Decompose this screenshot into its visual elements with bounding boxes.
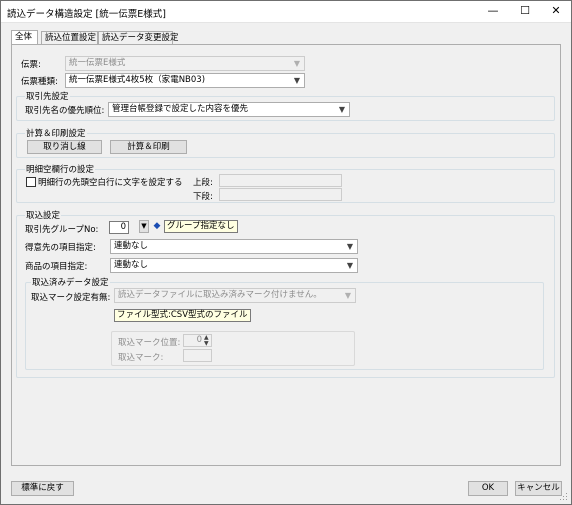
cancel-button[interactable]: キャンセル: [515, 481, 562, 496]
blank-row-title: 明細空欄行の設定: [25, 163, 96, 175]
mark-char-input[interactable]: [183, 349, 212, 362]
title-bar: 読込データ構造設定 [統一伝票E様式] — ☐ ✕: [1, 1, 571, 23]
customer-priority-label: 取引先名の優先順位:: [25, 106, 105, 116]
chevron-down-icon: ▼: [338, 105, 346, 114]
dialog-window: 読込データ構造設定 [統一伝票E様式] — ☐ ✕ 全体 読込位置設定 読込デー…: [0, 0, 572, 505]
ok-button[interactable]: OK: [468, 481, 508, 496]
customer-priority-value: 管理台帳登録で設定した内容を優先: [112, 104, 249, 114]
blank-row-checkbox[interactable]: [26, 177, 36, 187]
tab-read-position[interactable]: 読込位置設定: [41, 31, 98, 45]
customer-priority-select[interactable]: 管理台帳登録で設定した内容を優先 ▼: [108, 102, 350, 117]
mark-setting-label: 取込マーク設定有無:: [31, 293, 111, 303]
slip-type-select-value: 統一伝票E様式4枚5枚（家電NB03): [69, 75, 206, 85]
window-title: 読込データ構造設定 [統一伝票E様式]: [7, 9, 166, 20]
resize-grip-icon[interactable]: [560, 493, 568, 501]
mark-char-label: 取込マーク:: [118, 353, 164, 363]
calc-print-title: 計算＆印刷設定: [25, 127, 87, 139]
chevron-down-icon: ▼: [293, 76, 301, 85]
reset-default-button[interactable]: 標準に戻す: [11, 481, 74, 496]
imported-data-title: 取込済みデータ設定: [31, 276, 110, 288]
chevron-down-icon: ▼: [344, 291, 352, 300]
spinner-arrows-icon[interactable]: ▲ ▼: [204, 335, 209, 347]
customer-settings-title: 取引先設定: [25, 90, 70, 102]
file-type-tip: ファイル型式:CSV型式のファイル: [114, 309, 251, 322]
import-settings-title: 取込設定: [25, 209, 62, 221]
chevron-down-icon: ▼: [293, 59, 301, 68]
slip-type-select[interactable]: 統一伝票E様式4枚5枚（家電NB03) ▼: [65, 73, 305, 88]
chevron-down-icon: ▼: [346, 261, 354, 270]
destination-select-value: 連動なし: [114, 241, 149, 251]
group-no-label: 取引先グループNo:: [25, 225, 99, 235]
group-tip: グループ指定なし: [164, 220, 238, 233]
tab-panel: 伝票: 統一伝票E様式 ▼ 伝票種類: 統一伝票E様式4枚5枚（家電NB03) …: [11, 44, 561, 466]
blank-row-checkbox-label: 明細行の先頭空白行に文字を設定する: [38, 178, 183, 188]
close-button[interactable]: ✕: [541, 1, 571, 23]
product-select[interactable]: 連動なし ▼: [110, 258, 358, 273]
upper-label: 上段:: [193, 178, 213, 188]
lower-text-field[interactable]: [219, 188, 342, 201]
tab-general[interactable]: 全体: [11, 30, 38, 45]
mark-setting-value: 読込データファイルに取込み済みマーク付けません。: [118, 290, 322, 300]
group-select-icon[interactable]: ◆: [152, 221, 162, 232]
group-no-dropdown-button[interactable]: ▼: [139, 220, 149, 233]
mark-position-label: 取込マーク位置:: [118, 338, 181, 348]
tab-data-change[interactable]: 読込データ変更設定: [98, 31, 179, 45]
calc-print-button[interactable]: 計算＆印刷: [110, 140, 187, 154]
slip-select: 統一伝票E様式 ▼: [65, 56, 305, 71]
group-no-input[interactable]: 0: [109, 221, 129, 234]
lower-label: 下段:: [193, 192, 213, 202]
destination-select[interactable]: 連動なし ▼: [110, 239, 358, 254]
minimize-button[interactable]: —: [478, 1, 508, 23]
slip-type-label: 伝票種類:: [21, 77, 58, 87]
upper-text-field[interactable]: [219, 174, 342, 187]
maximize-button[interactable]: ☐: [510, 1, 540, 23]
slip-label: 伝票:: [21, 60, 41, 70]
cancel-line-button[interactable]: 取り消し線: [27, 140, 102, 154]
slip-select-value: 統一伝票E様式: [69, 58, 126, 68]
product-label: 商品の項目指定:: [25, 262, 88, 272]
product-select-value: 連動なし: [114, 260, 149, 270]
chevron-down-icon: ▼: [346, 242, 354, 251]
mark-setting-select: 読込データファイルに取込み済みマーク付けません。 ▼: [114, 288, 356, 303]
destination-label: 得意先の項目指定:: [25, 243, 96, 253]
